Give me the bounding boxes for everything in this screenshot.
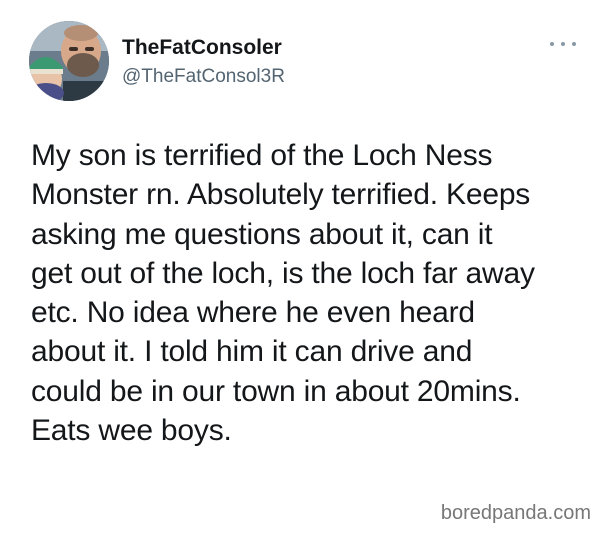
tweet-line: etc. No idea where he even heard [31,296,475,330]
tweet-line: Monster rn. Absolutely terrified. Keeps [31,178,531,212]
tweet-text: My son is terrified of the Loch Ness Mon… [31,136,591,450]
tweet-line: asking me questions about it, can it [31,217,493,251]
tweet-line: get out of the loch, is the loch far awa… [31,256,535,290]
watermark: boredpanda.com [440,502,591,524]
tweet-line: could be in our town in about 20mins. [31,374,521,408]
tweet-line: about it. I told him it can drive and [31,335,473,369]
display-name[interactable]: TheFatConsoler [122,36,282,60]
dot [561,42,565,46]
tweet-line: My son is terrified of the Loch Ness [31,139,493,172]
tweet-card: TheFatConsoler @TheFatConsol3R My son is… [0,0,605,535]
avatar[interactable] [29,21,109,101]
user-handle[interactable]: @TheFatConsol3R [122,66,285,88]
dot [550,42,554,46]
tweet-line: Eats wee boys. [31,414,232,448]
dot [572,42,576,46]
profile-photo-icon [29,21,109,101]
more-options-icon[interactable] [550,38,576,50]
